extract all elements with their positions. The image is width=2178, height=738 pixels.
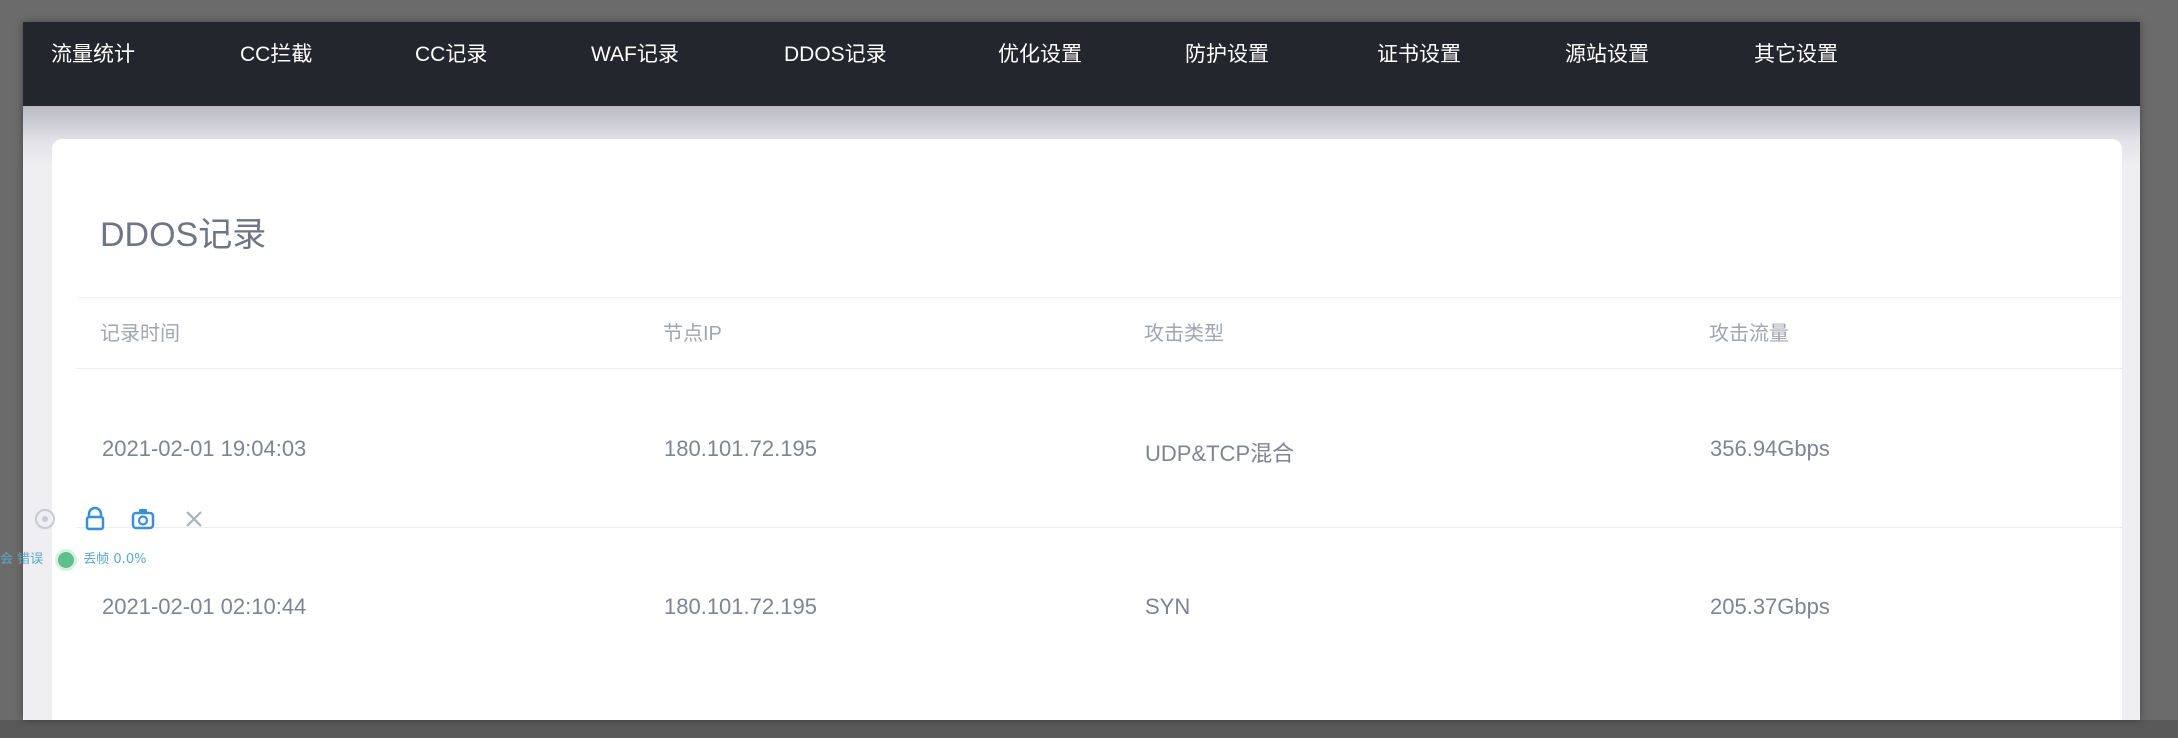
nav-item-other-settings[interactable]: 其它设置 [1754, 22, 1838, 88]
column-header-attack-type: 攻击类型 [1144, 323, 1224, 345]
cell-attack-traffic: 205.37Gbps [1710, 594, 1830, 619]
cell-node-ip: 180.101.72.195 [664, 436, 817, 461]
nav-item-cc-block[interactable]: CC拦截 [240, 22, 312, 88]
nav-item-protect-settings[interactable]: 防护设置 [1185, 22, 1269, 88]
cell-attack-type: UDP&TCP混合 [1145, 441, 1295, 466]
nav-item-cert-settings[interactable]: 证书设置 [1377, 22, 1461, 88]
cell-attack-type: SYN [1145, 594, 1191, 619]
column-header-attack-traffic: 攻击流量 [1709, 323, 1789, 345]
divider [76, 527, 2122, 528]
backdrop [0, 720, 2178, 738]
column-header-node-ip: 节点IP [663, 323, 722, 345]
cell-time: 2021-02-01 19:04:03 [102, 436, 307, 461]
cell-time: 2021-02-01 02:10:44 [102, 594, 307, 619]
divider [76, 297, 2122, 298]
app-window: 流量统计 CC拦截 CC记录 WAF记录 DDOS记录 优化设置 防护设置 证书… [23, 22, 2140, 720]
status-left-text: 会 错误 [0, 552, 44, 567]
top-navigation: 流量统计 CC拦截 CC记录 WAF记录 DDOS记录 优化设置 防护设置 证书… [23, 22, 2140, 106]
cell-node-ip: 180.101.72.195 [664, 594, 817, 619]
close-icon[interactable] [179, 504, 209, 534]
divider [76, 368, 2122, 369]
page-title: DDOS记录 [100, 216, 267, 254]
camera-icon[interactable] [128, 504, 158, 534]
recording-status: 会 错误 丢帧 0.0% [0, 548, 146, 571]
cell-attack-traffic: 356.94Gbps [1710, 436, 1830, 461]
frame-drop-text: 丢帧 0.0% [83, 552, 147, 567]
column-header-time: 记录时间 [100, 323, 180, 345]
nav-item-origin-settings[interactable]: 源站设置 [1565, 22, 1649, 88]
lock-icon[interactable] [80, 504, 110, 534]
nav-item-cc-records[interactable]: CC记录 [415, 22, 487, 88]
ddos-records-card: DDOS记录 记录时间 节点IP 攻击类型 攻击流量 2021-02-01 19… [52, 139, 2122, 720]
settings-icon[interactable] [30, 504, 60, 534]
nav-item-optimize-settings[interactable]: 优化设置 [998, 22, 1082, 88]
status-dot-icon [55, 548, 78, 571]
nav-item-traffic-stats[interactable]: 流量统计 [51, 22, 135, 88]
nav-item-ddos-records[interactable]: DDOS记录 [784, 22, 887, 88]
nav-item-waf-records[interactable]: WAF记录 [591, 22, 679, 88]
